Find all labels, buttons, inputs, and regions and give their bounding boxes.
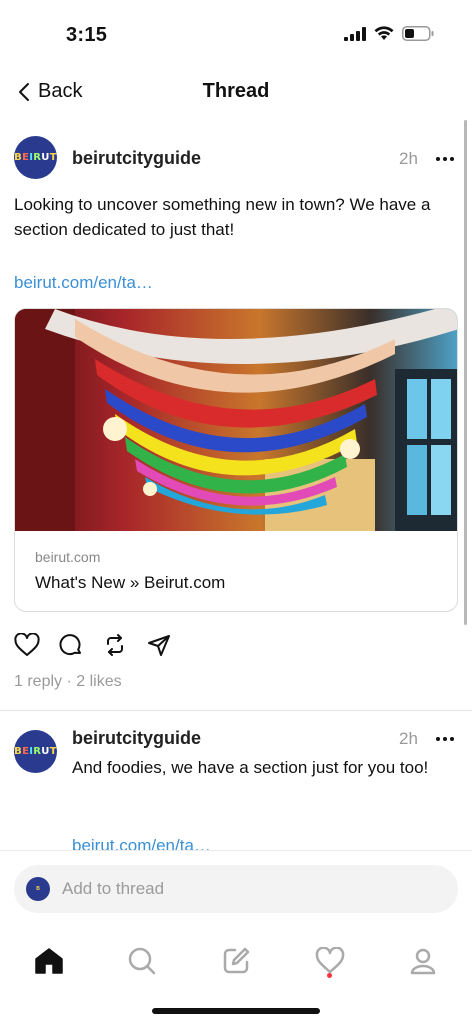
profile-icon <box>410 948 436 975</box>
post-timestamp: 2h <box>399 729 418 748</box>
composer-avatar: B <box>26 877 50 901</box>
tab-bar <box>0 926 472 1024</box>
add-to-thread-input[interactable]: B Add to thread <box>14 865 458 913</box>
home-icon <box>35 948 63 974</box>
avatar-logo: BEIRUT <box>14 746 57 757</box>
activity-notification-dot <box>327 973 332 978</box>
tab-profile[interactable] <box>398 936 448 986</box>
activity-icon <box>315 947 345 974</box>
tab-activity[interactable] <box>305 936 355 986</box>
avatar[interactable]: BEIRUT <box>14 730 57 773</box>
tab-compose[interactable] <box>211 936 261 986</box>
more-options-icon[interactable] <box>436 737 454 741</box>
tab-home[interactable] <box>24 936 74 986</box>
tab-search[interactable] <box>117 936 167 986</box>
home-indicator <box>152 1008 320 1014</box>
composer-bar: B Add to thread <box>0 850 472 925</box>
post-link[interactable]: beirut.com/en/ta… <box>72 836 211 850</box>
thread-post: BEIRUT beirutcityguide 2h And foodies, w… <box>0 0 472 850</box>
compose-icon <box>223 947 250 974</box>
search-icon <box>128 947 156 975</box>
post-text: And foodies, we have a section just for … <box>72 758 429 777</box>
post-username[interactable]: beirutcityguide <box>72 728 201 749</box>
composer-placeholder: Add to thread <box>62 879 165 898</box>
